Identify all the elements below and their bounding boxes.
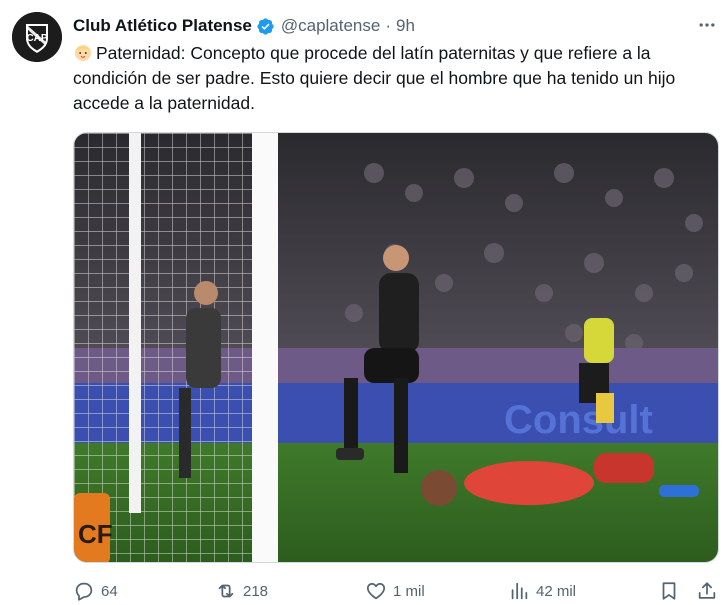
action-bar: 64 218 1 mil 42 mil (73, 576, 718, 605)
views-count: 42 mil (536, 582, 577, 600)
post-time[interactable]: 9h (396, 16, 415, 36)
share-icon[interactable] (696, 580, 718, 602)
avatar[interactable]: CAP (12, 12, 62, 62)
goal-post-back (129, 133, 141, 513)
verified-badge-icon (257, 17, 274, 35)
post-header: Club Atlético Platense @caplatense · 9h (73, 14, 716, 38)
football-photo: Consult CF (74, 133, 718, 562)
repost-icon (218, 584, 234, 598)
svg-text:CAP: CAP (26, 33, 47, 44)
post-text: Paternidad: Concepto que procede del lat… (73, 43, 676, 113)
repost-button[interactable]: 218 (215, 580, 365, 602)
author-name[interactable]: Club Atlético Platense (73, 16, 252, 36)
bookmark-icon[interactable] (658, 580, 680, 602)
separator-dot: · (385, 16, 392, 35)
like-button[interactable]: 1 mil (365, 580, 508, 602)
author-handle[interactable]: @caplatense (281, 16, 381, 36)
more-button[interactable] (696, 14, 718, 36)
reply-icon (75, 582, 93, 601)
post-image[interactable]: Consult CF (73, 132, 719, 563)
reply-count: 64 (101, 582, 118, 600)
baby-emoji-icon (75, 45, 91, 61)
reply-button[interactable]: 64 (73, 580, 215, 602)
repost-count: 218 (243, 582, 269, 600)
like-count: 1 mil (393, 582, 425, 600)
post-text-container: Paternidad: Concepto que procede del lat… (73, 41, 718, 116)
goal-post (252, 133, 278, 562)
views-button[interactable]: 42 mil (508, 580, 658, 602)
more-icon (699, 23, 715, 27)
views-icon (511, 582, 528, 600)
corner-sign-text: CF (78, 519, 113, 549)
board-text: Consult (504, 398, 653, 442)
heart-icon (366, 582, 386, 600)
club-logo-icon: CAP (12, 12, 62, 62)
